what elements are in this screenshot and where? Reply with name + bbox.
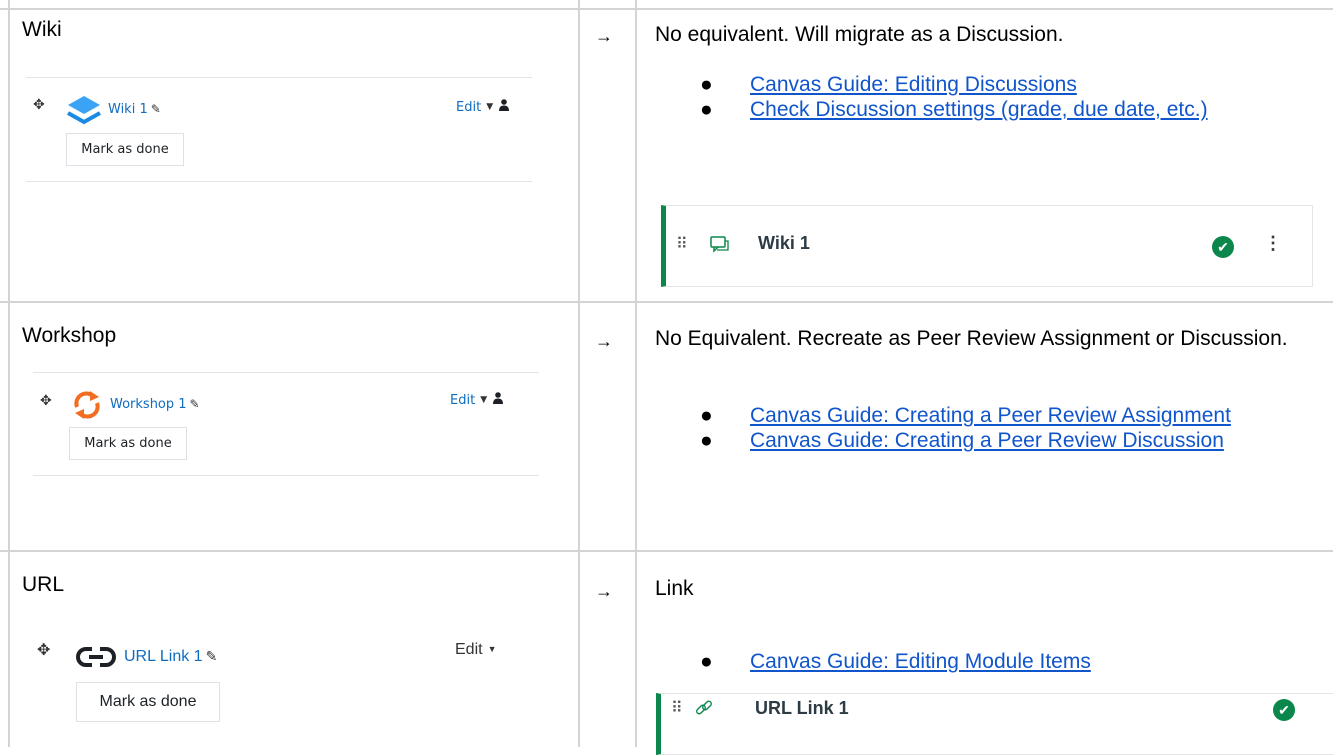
moodle-divider [26, 181, 532, 182]
move-icon[interactable]: ✥ [37, 640, 50, 659]
bullet-icon: ● [700, 73, 713, 96]
link-icon [696, 700, 712, 715]
moodle-divider [26, 77, 532, 78]
caret-down-icon: ▼ [480, 395, 488, 405]
published-check-icon[interactable]: ✔ [1212, 236, 1234, 258]
mapping-arrow: → [595, 331, 613, 351]
moodle-activity-link[interactable]: Wiki 1 ✎ [108, 102, 161, 117]
bullet-icon: ● [700, 650, 713, 673]
list-item: ● Check Discussion settings (grade, due d… [700, 97, 1310, 122]
list-item: ● Canvas Guide: Editing Discussions [700, 72, 1300, 97]
guide-links: ● Canvas Guide: Creating a Peer Review As… [700, 403, 1300, 453]
list-item: ● Canvas Guide: Creating a Peer Review Di… [700, 428, 1270, 453]
row-divider [0, 301, 1333, 303]
row-description: No Equivalent. Recreate as Peer Review A… [655, 327, 1288, 350]
wiki-layers-icon [67, 96, 101, 125]
drag-handle-icon[interactable]: ⠿ [671, 698, 683, 718]
table-border-left [8, 0, 10, 747]
guide-link[interactable]: Canvas Guide: Editing Module Items [750, 650, 1091, 673]
edit-menu-button[interactable]: Edit ▼ [450, 392, 504, 408]
list-item: ● Canvas Guide: Creating a Peer Review As… [700, 403, 1270, 428]
edit-menu-button[interactable]: Edit ▼ [455, 641, 497, 659]
link-chain-icon [76, 647, 116, 667]
bullet-icon: ● [700, 404, 713, 427]
user-icon[interactable] [493, 392, 504, 408]
row-label-workshop: Workshop [22, 324, 117, 347]
user-icon[interactable] [499, 99, 510, 115]
canvas-item-title[interactable]: URL Link 1 [755, 698, 849, 719]
caret-down-icon: ▼ [486, 102, 494, 112]
pencil-icon[interactable]: ✎ [206, 648, 218, 664]
move-icon[interactable]: ✥ [40, 393, 52, 409]
mark-as-done-button[interactable]: Mark as done [76, 682, 220, 722]
mapping-arrow: → [595, 26, 613, 46]
mapping-arrow: → [595, 581, 613, 601]
caret-down-icon: ▼ [487, 644, 497, 654]
row-label-url: URL [22, 573, 65, 596]
row-description: Link [655, 577, 694, 600]
guide-link[interactable]: Check Discussion settings (grade, due da… [750, 98, 1208, 121]
list-item: ● Canvas Guide: Editing Module Items [700, 649, 1300, 674]
column-divider [578, 0, 580, 747]
column-divider [635, 0, 637, 747]
canvas-module-item[interactable]: ⠿ URL Link 1 ✔ [656, 693, 1333, 755]
published-check-icon[interactable]: ✔ [1273, 699, 1295, 721]
moodle-divider [33, 475, 539, 476]
mark-as-done-button[interactable]: Mark as done [69, 427, 187, 460]
canvas-module-item[interactable]: ⠿ Wiki 1 ✔ ⋮ [661, 205, 1313, 287]
mark-as-done-button[interactable]: Mark as done [66, 133, 184, 166]
guide-link[interactable]: Canvas Guide: Creating a Peer Review Ass… [750, 404, 1231, 427]
row-description: No equivalent. Will migrate as a Discuss… [655, 23, 1064, 46]
row-label-wiki: Wiki [22, 18, 62, 41]
discussion-icon [710, 236, 729, 253]
guide-link[interactable]: Canvas Guide: Creating a Peer Review Dis… [750, 429, 1224, 452]
bullet-icon: ● [700, 429, 713, 452]
pencil-icon[interactable]: ✎ [190, 397, 200, 411]
guide-links: ● Canvas Guide: Editing Discussions ● Chec… [700, 72, 1300, 122]
comparison-table: Wiki ✥ Wiki 1 ✎ Edit ▼ Mark as done → No e… [0, 0, 1333, 755]
moodle-activity-link[interactable]: URL Link 1 ✎ [124, 648, 217, 666]
canvas-item-title[interactable]: Wiki 1 [758, 233, 810, 254]
bullet-icon: ● [700, 98, 713, 121]
workshop-cycle-icon [74, 391, 100, 419]
more-options-icon[interactable]: ⋮ [1264, 233, 1282, 254]
drag-handle-icon[interactable]: ⠿ [676, 234, 688, 254]
edit-menu-button[interactable]: Edit ▼ [456, 99, 510, 115]
table-border-top [0, 8, 1333, 10]
guide-links: ● Canvas Guide: Editing Module Items [700, 649, 1300, 674]
guide-link[interactable]: Canvas Guide: Editing Discussions [750, 73, 1077, 96]
moodle-activity-link[interactable]: Workshop 1 ✎ [110, 397, 200, 412]
move-icon[interactable]: ✥ [33, 97, 45, 113]
row-divider [0, 550, 1333, 552]
moodle-divider [33, 372, 539, 373]
pencil-icon[interactable]: ✎ [151, 102, 161, 116]
